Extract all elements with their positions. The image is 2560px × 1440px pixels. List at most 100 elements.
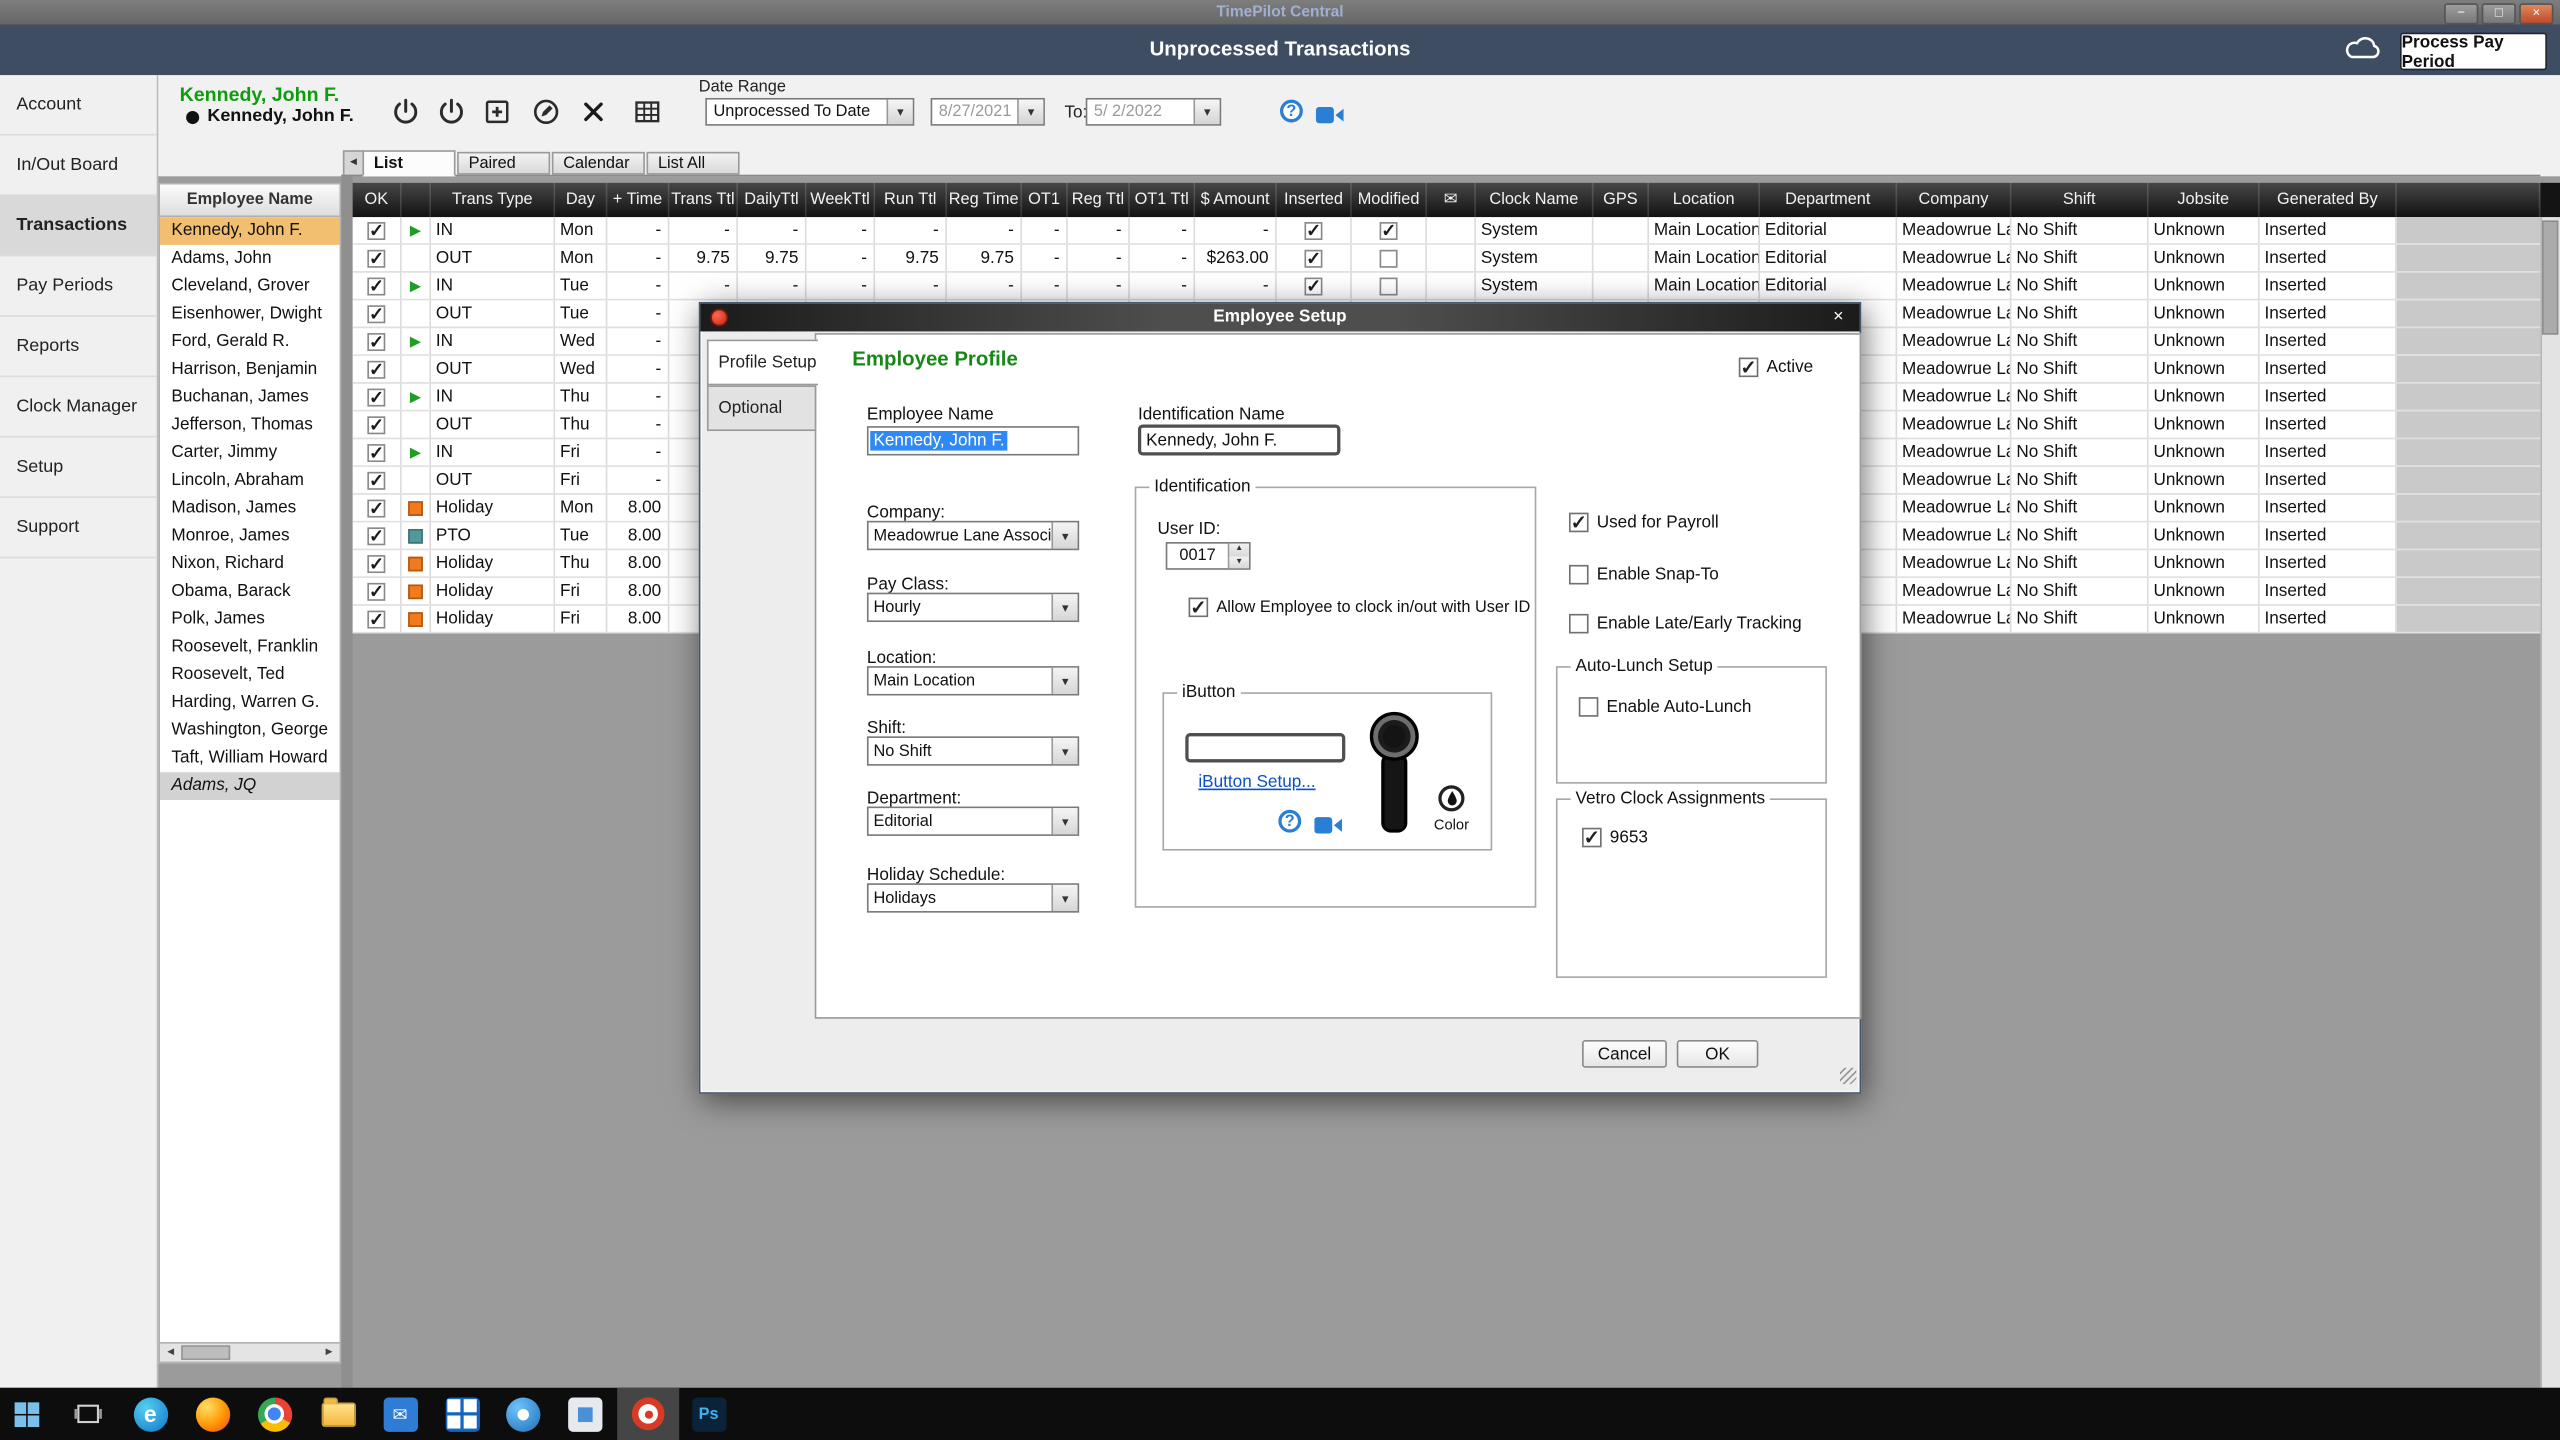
employee-list-item[interactable]: Buchanan, James [160,384,340,412]
date-from-input[interactable]: 8/27/2021 ▾ [931,98,1045,126]
employee-list-item[interactable]: Harding, Warren G. [160,689,340,717]
column-header[interactable]: OT1 Ttl [1130,183,1195,217]
identification-name-input[interactable]: Kennedy, John F. [1138,424,1340,455]
employee-name-input[interactable]: Kennedy, John F. [867,426,1079,455]
checkbox[interactable] [367,332,385,350]
chevron-down-icon[interactable]: ▾ [887,100,913,124]
process-pay-period-button[interactable]: Process Pay Period [2400,33,2547,71]
column-header[interactable]: WeekTtl [807,183,876,217]
modified-cell[interactable] [1352,245,1427,271]
checkbox[interactable] [367,249,385,267]
checkbox[interactable] [367,610,385,628]
edge-icon[interactable]: e [119,1388,181,1440]
start-button[interactable] [0,1388,57,1440]
checkbox[interactable] [367,221,385,239]
column-header[interactable]: + Time [607,183,669,217]
app-grid-icon[interactable] [431,1388,493,1440]
employee-list-item[interactable]: Jefferson, Thomas [160,411,340,439]
table-row[interactable]: OUTMon-9.759.75-9.759.75---$263.00System… [353,245,2541,273]
checkbox[interactable] [1189,598,1209,618]
tab-list[interactable]: List [362,150,455,176]
user-id-stepper[interactable]: 0017 ▲ ▼ [1166,542,1251,570]
checkbox[interactable] [1739,358,1759,378]
checkbox[interactable] [1304,249,1322,267]
ok-cell[interactable] [353,578,402,604]
employee-list-item[interactable]: Nixon, Richard [160,550,340,578]
ibutton-setup-link[interactable]: iButton Setup... [1198,772,1315,792]
dropdown-arrow-icon[interactable]: ▾ [1051,808,1077,834]
timecard-grid-icon[interactable] [630,95,663,128]
table-row[interactable]: ▶INTue----------SystemMain LocationEdito… [353,273,2541,301]
ibutton-input[interactable] [1185,733,1345,762]
field-select-department[interactable]: Editorial▾ [867,807,1079,836]
ok-cell[interactable] [353,273,402,299]
firefox-icon[interactable] [181,1388,243,1440]
checkbox[interactable] [367,527,385,545]
task-view-icon[interactable] [57,1388,119,1440]
column-header[interactable]: Reg Ttl [1068,183,1130,217]
column-header[interactable]: OT1 [1022,183,1068,217]
column-header[interactable]: Location [1649,183,1760,217]
checkbox[interactable] [367,471,385,489]
column-header[interactable]: Reg Time [947,183,1022,217]
ok-cell[interactable] [353,522,402,548]
checkbox[interactable] [1579,697,1599,717]
panel-splitter[interactable] [341,176,352,1387]
dropdown-arrow-icon[interactable]: ▾ [1051,522,1077,548]
dropdown-arrow-icon[interactable]: ▾ [1051,885,1077,911]
photoshop-icon[interactable]: Ps [678,1388,740,1440]
date-range-preset-select[interactable]: Unprocessed To Date ▾ [705,98,914,126]
sidebar-item-clock-manager[interactable]: Clock Manager [0,377,157,437]
employee-list-item[interactable]: Adams, JQ [160,772,340,800]
file-explorer-icon[interactable] [307,1388,369,1440]
flag-enable-snap-to[interactable]: Enable Snap-To [1569,565,1719,585]
allow-userid-checkbox-row[interactable]: Allow Employee to clock in/out with User… [1189,598,1532,618]
table-scroll-thumb[interactable] [2542,220,2558,334]
flag-enable-late-early-tracking[interactable]: Enable Late/Early Tracking [1569,614,1802,634]
column-header[interactable]: Trans Ttl [669,183,738,217]
calendar-dropdown-icon[interactable]: ▾ [1017,100,1043,124]
checkbox[interactable] [367,443,385,461]
date-to-input[interactable]: 5/ 2/2022 ▾ [1086,98,1222,126]
calendar-dropdown-icon[interactable]: ▾ [1193,100,1219,124]
checkbox[interactable] [367,304,385,322]
ok-cell[interactable] [353,328,402,354]
employee-list-item[interactable]: Obama, Barack [160,578,340,606]
employee-list-hscrollbar[interactable]: ◄ ► [158,1342,341,1363]
employee-list-item[interactable]: Harrison, Benjamin [160,356,340,384]
column-header[interactable]: Shift [2011,183,2148,217]
ok-cell[interactable] [353,467,402,493]
employee-list-item[interactable]: Roosevelt, Franklin [160,633,340,661]
inserted-cell[interactable] [1277,273,1352,299]
vetro-clock-checkbox-row[interactable]: 9653 [1582,828,1648,848]
employee-list-item[interactable]: Ford, Gerald R. [160,328,340,356]
checkbox[interactable] [1569,565,1589,585]
employee-list-item[interactable]: Kennedy, John F. [160,217,340,245]
mail-app-icon[interactable]: ✉ [369,1388,431,1440]
field-select-shift[interactable]: No Shift▾ [867,736,1079,765]
checkbox[interactable] [1582,828,1602,848]
modified-cell[interactable] [1352,273,1427,299]
enable-auto-lunch-checkbox-row[interactable]: Enable Auto-Lunch [1579,697,1752,717]
delete-transaction-icon[interactable] [576,95,609,128]
column-header[interactable]: $ Amount [1195,183,1277,217]
ok-cell[interactable] [353,550,402,576]
chrome-icon[interactable] [243,1388,305,1440]
checkbox[interactable] [367,554,385,572]
ok-cell[interactable] [353,384,402,410]
help-icon[interactable]: ? [1278,810,1301,833]
flag-used-for-payroll[interactable]: Used for Payroll [1569,513,1719,533]
ok-button[interactable]: OK [1677,1040,1759,1068]
clock-in-icon[interactable] [389,95,422,128]
employee-list-item[interactable]: Adams, John [160,245,340,273]
column-header[interactable]: Run Ttl [875,183,947,217]
employee-list-item[interactable]: Cleveland, Grover [160,273,340,301]
help-icon[interactable]: ? [1280,100,1303,123]
minimize-button[interactable]: − [2444,3,2478,24]
maximize-button[interactable]: □ [2482,3,2516,24]
field-select-holiday-schedule[interactable]: Holidays▾ [867,883,1079,912]
employee-list-item[interactable]: Polk, James [160,606,340,634]
column-header[interactable]: Inserted [1277,183,1352,217]
tab-calendar[interactable]: Calendar [552,152,645,175]
checkbox[interactable] [1569,614,1589,634]
